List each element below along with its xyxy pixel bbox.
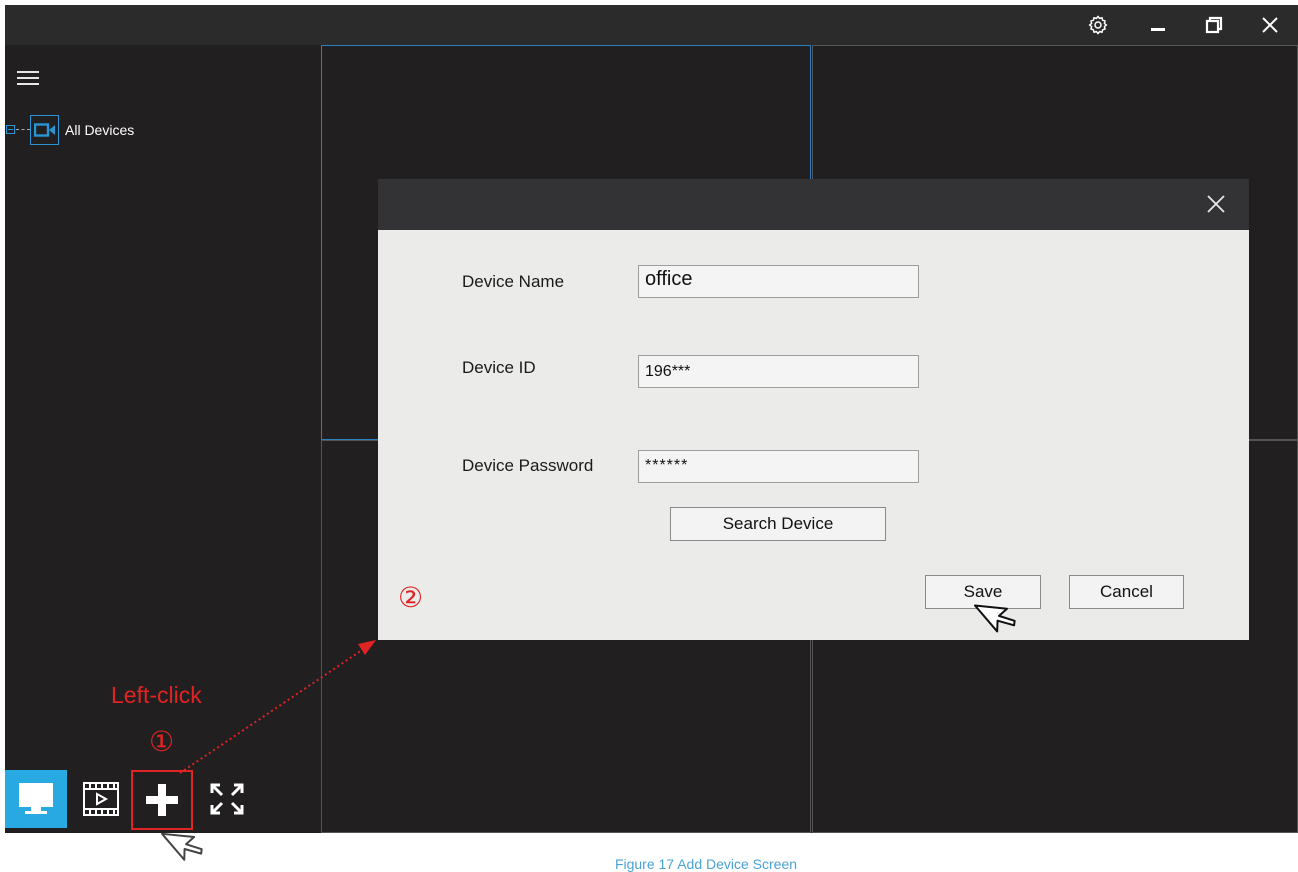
step-2-marker: ② — [398, 582, 424, 613]
device-password-label: Device Password — [462, 456, 594, 475]
hamburger-icon[interactable] — [17, 69, 41, 87]
device-id-field[interactable]: 196*** — [638, 355, 919, 388]
playback-icon[interactable] — [73, 770, 129, 828]
add-device-icon[interactable] — [131, 770, 193, 830]
add-device-dialog: Device Name office Device ID 196*** Devi… — [378, 179, 1249, 640]
settings-icon[interactable] — [1081, 9, 1115, 41]
device-password-field[interactable]: ****** — [638, 450, 919, 483]
left-click-annotation: Left-click — [111, 682, 202, 708]
dialog-header — [378, 179, 1249, 230]
title-bar — [5, 5, 1298, 45]
minimize-icon[interactable] — [1141, 9, 1175, 41]
pointer-cursor-icon — [973, 604, 1016, 633]
device-name-label: Device Name — [462, 272, 565, 291]
cancel-button[interactable]: Cancel — [1069, 575, 1184, 609]
device-name-field[interactable]: office — [638, 265, 919, 298]
tree-connector — [16, 129, 30, 130]
device-id-label: Device ID — [462, 358, 536, 377]
step-1-marker: ① — [149, 726, 175, 757]
restore-icon[interactable] — [1197, 9, 1231, 41]
tree-item-all-devices[interactable]: All Devices — [65, 122, 134, 138]
search-device-button[interactable]: Search Device — [670, 507, 886, 541]
fullscreen-icon[interactable] — [201, 770, 253, 828]
dialog-close-icon[interactable] — [1199, 187, 1233, 221]
collapse-toggle[interactable] — [6, 125, 15, 134]
sidebar: All Devices — [5, 45, 321, 833]
live-view-icon[interactable] — [5, 770, 67, 828]
close-icon[interactable] — [1253, 9, 1287, 41]
camera-icon — [30, 115, 59, 145]
figure-caption: Figure 17 Add Device Screen — [614, 856, 798, 872]
